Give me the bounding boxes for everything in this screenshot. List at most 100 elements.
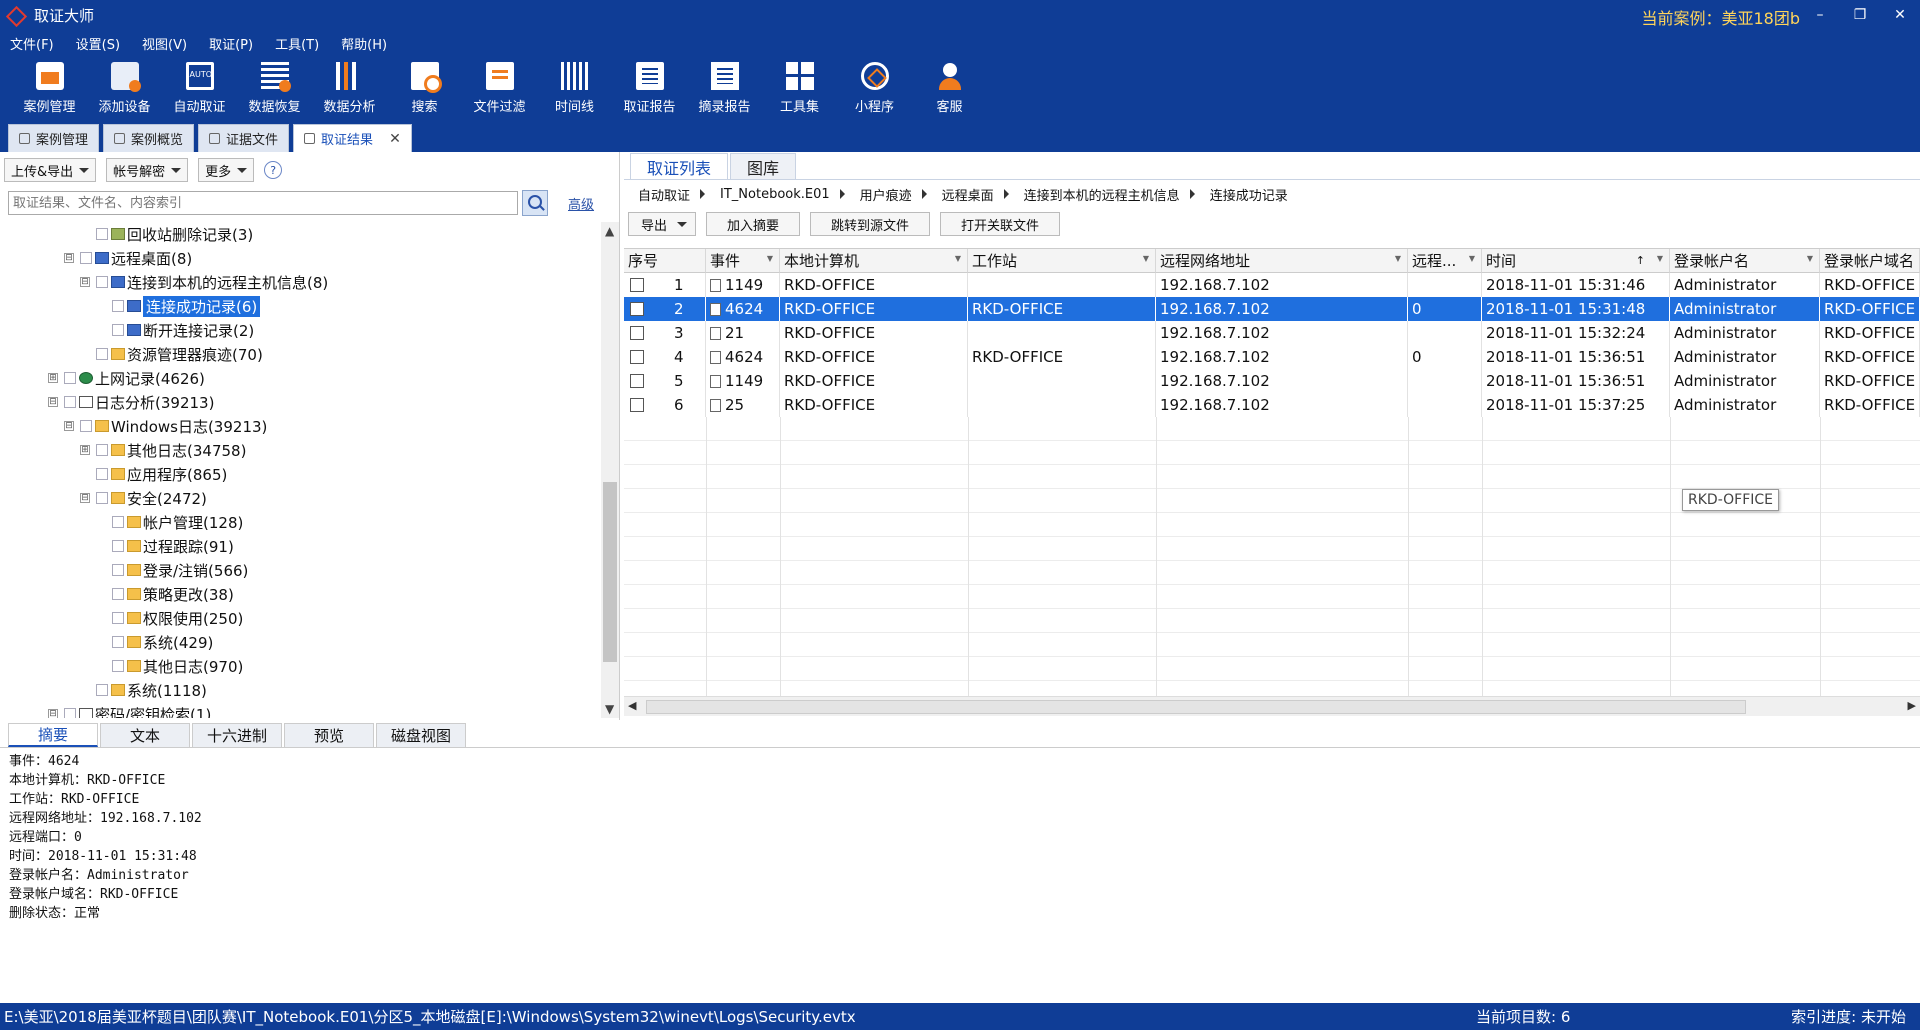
add-device-button[interactable]: 添加设备 [87, 56, 162, 116]
tree-checkbox[interactable] [96, 684, 108, 696]
minimize-button[interactable]: – [1800, 0, 1840, 30]
breadcrumb-item[interactable]: 自动取证 [638, 185, 690, 204]
tree-node[interactable]: 回收站删除记录(3) [80, 222, 253, 246]
tree-checkbox[interactable] [96, 228, 108, 240]
file-filter-button[interactable]: 文件过滤 [462, 56, 537, 116]
breadcrumb-item[interactable]: IT_Notebook.E01 [720, 187, 830, 202]
expand-icon[interactable]: ⊞ [48, 373, 58, 383]
tree-checkbox[interactable] [112, 660, 124, 672]
tree-node[interactable]: ⊟ 远程桌面(8) [64, 246, 192, 270]
scroll-thumb[interactable] [603, 482, 617, 662]
col-header-remote-port[interactable]: 远程... [1408, 249, 1482, 273]
table-row[interactable]: 1 1149 RKD-OFFICE 192.168.7.102 2018-11-01 1… [624, 273, 1920, 297]
row-checkbox[interactable] [630, 350, 644, 364]
open-related-file-button[interactable]: 打开关联文件 [940, 212, 1061, 236]
col-header-local-computer[interactable]: 本地计算机 [780, 249, 968, 273]
tree-node[interactable]: ⊟ 连接到本机的远程主机信息(8) [80, 270, 328, 294]
tree-node[interactable]: ⊟ 日志分析(39213) [48, 390, 214, 414]
tree-checkbox[interactable] [64, 708, 76, 718]
account-decrypt-dropdown[interactable]: 帐号解密 [106, 158, 189, 182]
auto-forensics-button[interactable]: 自动取证 [162, 56, 237, 116]
tab-close-icon[interactable]: ✕ [389, 131, 401, 147]
menu-file[interactable]: 文件(F) [10, 34, 54, 53]
tree-checkbox[interactable] [96, 276, 108, 288]
col-header-login-user[interactable]: 登录帐户名 [1670, 249, 1820, 273]
tab-hex[interactable]: 十六进制 [192, 723, 282, 747]
add-summary-button[interactable]: 加入摘要 [706, 212, 801, 236]
search-button[interactable]: 搜索 [387, 56, 462, 116]
tree-checkbox[interactable] [64, 396, 76, 408]
mini-program-button[interactable]: 小程序 [837, 56, 912, 116]
table-hscrollbar[interactable]: ◀ ▶ [624, 696, 1920, 716]
row-checkbox[interactable] [630, 326, 644, 340]
tab-forensic-list[interactable]: 取证列表 [630, 153, 729, 179]
menu-tools[interactable]: 工具(T) [275, 34, 319, 53]
tab-case-manage[interactable]: 案例管理 [8, 124, 100, 152]
scroll-right-icon[interactable]: ▶ [1908, 699, 1916, 712]
tab-summary[interactable]: 摘要 [8, 723, 98, 747]
case-manage-button[interactable]: 案例管理 [12, 56, 87, 116]
tree-node[interactable]: 帐户管理(128) [96, 510, 243, 534]
tree-checkbox[interactable] [112, 516, 124, 528]
expand-icon[interactable]: ⊞ [80, 445, 90, 455]
tree-checkbox[interactable] [80, 420, 92, 432]
tree-checkbox[interactable] [96, 444, 108, 456]
col-header-workstation[interactable]: 工作站 [968, 249, 1156, 273]
tree-node[interactable]: 权限使用(250) [96, 606, 243, 630]
tree-checkbox[interactable] [96, 348, 108, 360]
restore-button[interactable]: ❐ [1840, 0, 1880, 30]
tab-disk-view[interactable]: 磁盘视图 [376, 723, 466, 747]
collapse-icon[interactable]: ⊟ [48, 397, 58, 407]
tree-checkbox[interactable] [112, 300, 124, 312]
upload-export-dropdown[interactable]: 上传&导出 [4, 158, 97, 182]
tab-text[interactable]: 文本 [100, 723, 190, 747]
table-row[interactable]: 6 25 RKD-OFFICE 192.168.7.102 2018-11-01 15:… [624, 393, 1920, 417]
tree-node[interactable]: 系统(1118) [80, 678, 207, 702]
tree-checkbox[interactable] [112, 540, 124, 552]
tree-scrollbar[interactable]: ▲ ▼ [601, 222, 619, 718]
tree-checkbox[interactable] [112, 324, 124, 336]
row-checkbox[interactable] [630, 374, 644, 388]
menu-forensics[interactable]: 取证(P) [209, 34, 253, 53]
tree-checkbox[interactable] [80, 252, 92, 264]
table-row[interactable]: 4 4624 RKD-OFFICE RKD-OFFICE 192.168.7.102 0 2… [624, 345, 1920, 369]
menu-help[interactable]: 帮助(H) [341, 34, 387, 53]
col-header-event[interactable]: 事件 [706, 249, 780, 273]
row-checkbox[interactable] [630, 398, 644, 412]
tree-node[interactable]: ⊟ Windows日志(39213) [64, 414, 267, 438]
tree-node[interactable]: 策略更改(38) [96, 582, 234, 606]
tree-node[interactable]: 登录/注销(566) [96, 558, 248, 582]
scroll-down-icon[interactable]: ▼ [605, 702, 614, 716]
tab-case-overview[interactable]: 案例概览 [103, 124, 195, 152]
tree-checkbox[interactable] [96, 468, 108, 480]
collapse-icon[interactable]: ⊟ [80, 493, 90, 503]
tree-node[interactable]: ⊟ 密码/密钥检索(1) [48, 702, 211, 718]
collapse-icon[interactable]: ⊟ [80, 277, 90, 287]
advanced-search-link[interactable]: 高级 [568, 194, 594, 213]
tree-checkbox[interactable] [112, 564, 124, 576]
breadcrumb-item[interactable]: 用户痕迹 [860, 185, 912, 204]
export-dropdown[interactable]: 导出 [628, 212, 697, 236]
more-dropdown[interactable]: 更多 [198, 158, 255, 182]
data-recovery-button[interactable]: 数据恢复 [237, 56, 312, 116]
hscroll-thumb[interactable] [646, 700, 1746, 714]
timeline-button[interactable]: 时间线 [537, 56, 612, 116]
collapse-icon[interactable]: ⊟ [48, 709, 58, 718]
scroll-up-icon[interactable]: ▲ [605, 224, 614, 238]
tree-node[interactable]: 系统(429) [96, 630, 213, 654]
menu-settings[interactable]: 设置(S) [76, 34, 120, 53]
search-icon[interactable] [522, 190, 548, 216]
tree-checkbox[interactable] [112, 636, 124, 648]
tree-node[interactable]: 应用程序(865) [80, 462, 227, 486]
tab-forensic-results[interactable]: 取证结果 ✕ [293, 124, 412, 152]
menu-view[interactable]: 视图(V) [142, 34, 187, 53]
tree-node[interactable]: 其他日志(970) [96, 654, 243, 678]
customer-service-button[interactable]: 客服 [912, 56, 987, 116]
tree-node[interactable]: ⊞ 其他日志(34758) [80, 438, 246, 462]
tree-checkbox[interactable] [64, 372, 76, 384]
toolset-button[interactable]: 工具集 [762, 56, 837, 116]
tab-preview[interactable]: 预览 [284, 723, 374, 747]
tree-checkbox[interactable] [112, 612, 124, 624]
tree-node[interactable]: 资源管理器痕迹(70) [80, 342, 263, 366]
excerpt-report-button[interactable]: 摘录报告 [687, 56, 762, 116]
